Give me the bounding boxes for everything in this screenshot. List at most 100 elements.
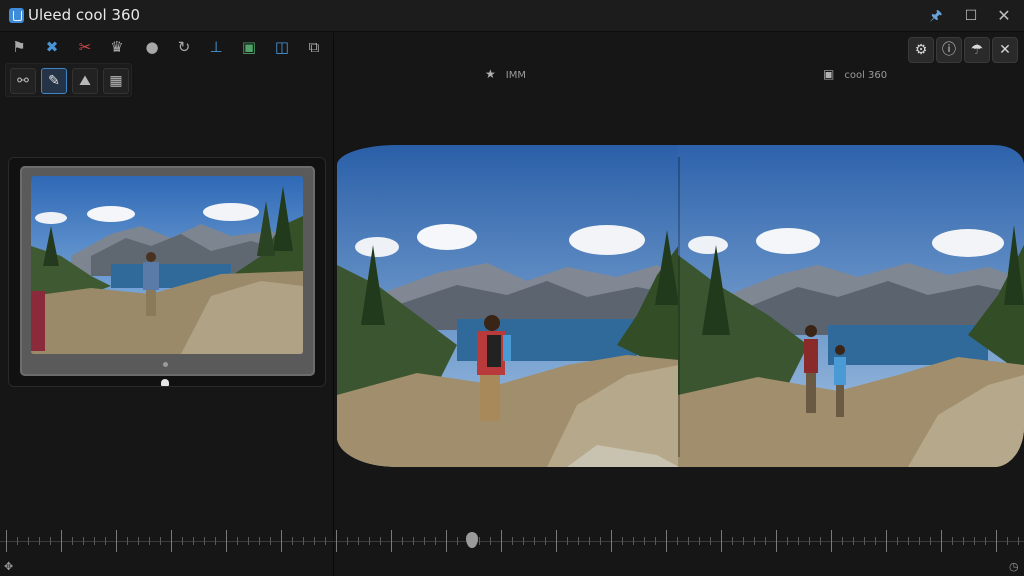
window-title: Uleed cool 360 — [28, 6, 141, 24]
timeline-tick — [974, 537, 975, 545]
timeline-tick — [556, 530, 557, 552]
timeline-tick — [798, 537, 799, 545]
preview-screen[interactable] — [31, 176, 303, 354]
pin-tool-icon[interactable]: ✖ — [41, 36, 63, 58]
move-icon[interactable]: ✥ — [4, 560, 13, 573]
timeline-tick — [985, 537, 986, 545]
left-panel: ⚑ ✖ ✂ ♛ ● ↻ ⊥ ▣ ◫ ⧉ ⚯ ✎ ⛰ ▦ — [0, 33, 334, 576]
close-button[interactable]: ✕ — [993, 6, 1015, 26]
photo-icon[interactable]: ▦ — [103, 68, 129, 94]
stamp-icon[interactable]: ⊥ — [205, 36, 227, 58]
timeline-tick — [391, 530, 392, 552]
left-view-label: ★ IMM — [485, 67, 526, 81]
title-bar: Uleed cool 360 🖈 ☐ ✕ — [0, 0, 1024, 32]
app-logo-icon — [9, 8, 24, 23]
timeline-tick — [600, 537, 601, 545]
timeline-tick — [996, 530, 997, 552]
rotate-icon[interactable]: ↻ — [173, 36, 195, 58]
timeline-tick — [50, 537, 51, 545]
panorama-left-view[interactable] — [337, 145, 679, 467]
document-icon[interactable]: ▣ — [238, 36, 260, 58]
monitor-bubble-icon — [161, 379, 169, 386]
timeline-tick — [6, 530, 7, 552]
maximize-button[interactable]: ☐ — [960, 6, 982, 26]
timeline-tick — [721, 530, 722, 552]
timeline-tick — [853, 537, 854, 545]
timeline-tick — [490, 537, 491, 545]
landscape-icon[interactable]: ⛰ — [72, 68, 98, 94]
timeline-tick — [83, 537, 84, 545]
timeline-tick — [347, 537, 348, 545]
timeline-tick — [17, 537, 18, 545]
monitor-indicator — [163, 362, 168, 367]
timeline-tick — [886, 530, 887, 552]
clock-icon[interactable]: ◷ — [1009, 560, 1019, 573]
timeline-tick — [776, 530, 777, 552]
timeline-tick — [512, 537, 513, 545]
pin-icon[interactable]: 🖈 — [925, 6, 947, 26]
timeline-tick — [402, 537, 403, 545]
brush-icon[interactable]: ♛ — [106, 36, 128, 58]
image-frame-icon[interactable]: ◫ — [271, 36, 293, 58]
layers-icon[interactable]: ⧉ — [303, 36, 325, 58]
umbrella-button[interactable]: ☂ — [964, 37, 990, 63]
timeline-tick — [325, 537, 326, 545]
timeline-tick — [534, 537, 535, 545]
timeline-tick — [644, 537, 645, 545]
timeline-tick — [831, 530, 832, 552]
timeline-tick — [435, 537, 436, 545]
panorama-right-view[interactable] — [678, 145, 1024, 467]
camera-icon: ▣ — [823, 67, 835, 81]
timeline-tick — [127, 537, 128, 545]
draw-icon[interactable]: ✎ — [41, 68, 67, 94]
timeline-tick — [666, 530, 667, 552]
timeline-tick — [765, 537, 766, 545]
timeline-tick — [270, 537, 271, 545]
tool-group: ⚯ ✎ ⛰ ▦ — [5, 63, 132, 97]
timeline-tick — [501, 530, 502, 552]
timeline-tick — [149, 537, 150, 545]
timeline-tick — [424, 537, 425, 545]
timeline-tick — [699, 537, 700, 545]
timeline-tick — [908, 537, 909, 545]
timeline-tick — [589, 537, 590, 545]
preview-image — [31, 176, 303, 354]
star-icon: ★ — [485, 67, 496, 81]
timeline-tick — [28, 537, 29, 545]
timeline-tick — [61, 530, 62, 552]
gear-button[interactable]: ⚙ — [908, 37, 934, 63]
timeline-tick — [952, 537, 953, 545]
timeline-tick — [259, 537, 260, 545]
timeline-tick — [787, 537, 788, 545]
timeline-tick — [963, 537, 964, 545]
timeline-tick — [479, 537, 480, 545]
timeline-tick — [204, 537, 205, 545]
timeline-tick — [897, 537, 898, 545]
timeline-tick — [303, 537, 304, 545]
timeline-tick — [457, 537, 458, 545]
timeline-tick — [248, 537, 249, 545]
preview-monitor — [20, 166, 315, 386]
timeline-tick — [1007, 537, 1008, 545]
timeline-tick — [864, 537, 865, 545]
timeline-tick — [743, 537, 744, 545]
right-view-label: ▣ cool 360 — [823, 67, 888, 81]
timeline-tick — [875, 537, 876, 545]
timeline-tick — [369, 537, 370, 545]
timeline-tick — [380, 537, 381, 545]
link-icon[interactable]: ⚯ — [10, 68, 36, 94]
pot-icon[interactable]: ● — [141, 36, 163, 58]
timeline-tick — [94, 537, 95, 545]
cut-icon[interactable]: ✂ — [74, 36, 96, 58]
info-button[interactable]: ⓘ — [936, 37, 962, 63]
timeline-tick — [930, 537, 931, 545]
timeline-tick — [919, 537, 920, 545]
timeline-tick — [567, 537, 568, 545]
timeline-tick — [446, 530, 447, 552]
timeline-tick — [39, 537, 40, 545]
timeline-tick — [215, 537, 216, 545]
preview-monitor-frame — [8, 157, 326, 387]
flag-icon[interactable]: ⚑ — [8, 36, 30, 58]
tools-button[interactable]: ✕ — [992, 37, 1018, 63]
timeline-tick — [809, 537, 810, 545]
